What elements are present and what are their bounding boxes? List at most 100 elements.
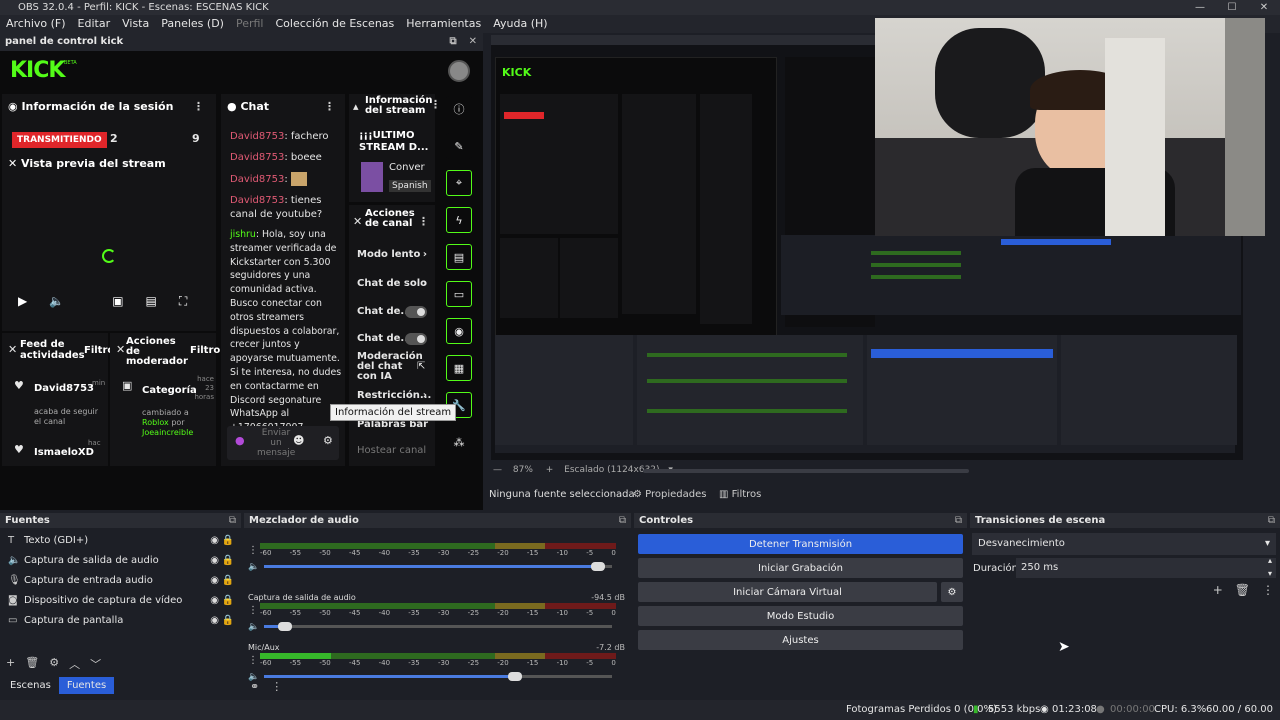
broadcast-icon[interactable]: ◉	[446, 318, 472, 344]
more-icon[interactable]: ⋮	[418, 215, 429, 228]
close-feed-icon[interactable]: ✕	[8, 343, 17, 356]
mute-icon[interactable]: 🔈	[248, 622, 259, 632]
settings-button[interactable]: Ajustes	[638, 630, 963, 650]
volume-icon[interactable]: 🔈	[49, 294, 64, 309]
fullscreen-icon[interactable]: ⛶	[179, 294, 187, 309]
volume-meter	[260, 603, 616, 609]
channel-action-item[interactable]: Modo lento ›	[357, 249, 435, 260]
menu-editar[interactable]: Editar	[78, 15, 111, 33]
close-actions-icon[interactable]: ✕	[353, 215, 362, 228]
menu-vista[interactable]: Vista	[122, 15, 149, 33]
avatar[interactable]	[448, 60, 470, 82]
menu-herramientas[interactable]: Herramientas	[406, 15, 481, 33]
link-icon[interactable]: ⚭	[250, 680, 259, 693]
tab-escenas[interactable]: Escenas	[2, 677, 59, 694]
horizontal-scrollbar[interactable]	[643, 469, 969, 473]
external-link-icon[interactable]: ⇱	[417, 361, 425, 372]
virtual-camera-button[interactable]: Iniciar Cámara Virtual	[638, 582, 937, 602]
maximize-button[interactable]: ☐	[1216, 0, 1248, 15]
source-item[interactable]: ▭ Captura de pantalla ◉ 🔒	[0, 610, 241, 630]
trash-icon[interactable]: 🗑	[25, 656, 39, 672]
gear-icon[interactable]: ⚙	[49, 656, 59, 672]
emoji-icon[interactable]: ☻	[293, 434, 304, 447]
volume-knob[interactable]	[277, 622, 292, 631]
collapse-icon[interactable]: ▴	[353, 100, 359, 113]
properties-button[interactable]: ⚙ Propiedades	[633, 484, 706, 506]
clip-icon[interactable]: ⌖	[446, 170, 472, 196]
more-icon[interactable]: ⋮	[1262, 583, 1274, 597]
theater-icon[interactable]: ▤	[146, 294, 157, 309]
channel-action-item[interactable]: Moderación del chat con IA	[357, 352, 423, 382]
source-item[interactable]: 🎙 Captura de entrada audio ◉ 🔒	[0, 570, 241, 590]
close-preview-icon[interactable]: ✕	[8, 157, 21, 170]
toggle-switch[interactable]	[405, 306, 427, 318]
lightning-icon[interactable]: ϟ	[446, 207, 472, 233]
gear-icon[interactable]: ⚙	[941, 582, 963, 602]
nested-obs-mirror	[781, 235, 1241, 315]
play-icon[interactable]: ▶	[18, 294, 27, 309]
transition-select[interactable]: Desvanecimiento ▾	[972, 533, 1276, 555]
source-item[interactable]: T Texto (GDI+) ◉ 🔒	[0, 530, 241, 550]
chevron-up-icon[interactable]: ︿	[69, 656, 80, 672]
more-icon[interactable]: ⋮	[324, 100, 335, 113]
volume-slider[interactable]	[264, 621, 612, 633]
volume-slider[interactable]	[264, 561, 612, 573]
chat-bubble-icon[interactable]: ▭	[446, 281, 472, 307]
mod-filter[interactable]: Filtro	[190, 345, 220, 356]
layout-icon[interactable]: ▦	[446, 355, 472, 381]
menu-archivo[interactable]: Archivo (F)	[6, 15, 66, 33]
start-recording-button[interactable]: Iniciar Grabación	[638, 558, 963, 578]
info-icon[interactable]: ⓘ	[446, 96, 472, 122]
close-mod-icon[interactable]: ✕	[116, 343, 125, 356]
zoom-in-icon[interactable]: +	[546, 465, 556, 475]
more-icon[interactable]: ⋮	[248, 655, 258, 666]
volume-knob[interactable]	[507, 672, 522, 681]
menu-paneles[interactable]: Paneles (D)	[161, 15, 224, 33]
meter-tick-label: -20	[497, 659, 509, 667]
menu-perfil[interactable]: Perfil	[236, 15, 264, 33]
tab-fuentes[interactable]: Fuentes	[58, 677, 115, 694]
filters-button[interactable]: ▥ Filtros	[719, 484, 761, 506]
notes-icon[interactable]: ▤	[446, 244, 472, 270]
more-icon[interactable]: ⋮	[248, 545, 258, 556]
source-item[interactable]: 🔈 Captura de salida de audio ◉ 🔒	[0, 550, 241, 570]
close-window-button[interactable]: ✕	[1248, 0, 1280, 15]
volume-knob[interactable]	[591, 562, 606, 571]
channel-action-item[interactable]: Restricción... ›	[357, 390, 435, 401]
close-dock-icon[interactable]: ✕	[469, 33, 477, 51]
connections-icon[interactable]: ⁂	[446, 429, 472, 455]
studio-mode-button[interactable]: Modo Estudio	[638, 606, 963, 626]
pip-icon[interactable]: ▣	[112, 294, 123, 309]
live-time: 01:23:08	[1052, 704, 1097, 715]
volume-slider[interactable]	[264, 671, 612, 683]
trash-icon[interactable]: 🗑	[1235, 583, 1250, 597]
stop-streaming-button[interactable]: Detener Transmisión	[638, 534, 963, 554]
float-icon[interactable]: ⧉	[449, 33, 456, 51]
mute-icon[interactable]: 🔈	[248, 562, 259, 572]
menu-ayuda[interactable]: Ayuda (H)	[493, 15, 547, 33]
duration-spinbox[interactable]: 250 ms ▴ ▾	[1016, 556, 1276, 578]
more-icon[interactable]: ⋮	[430, 98, 441, 111]
more-icon[interactable]: ⋮	[248, 605, 258, 616]
menu-coleccion[interactable]: Colección de Escenas	[276, 15, 395, 33]
more-icon[interactable]: ⋮	[271, 680, 282, 693]
gear-icon[interactable]: ⚙	[323, 434, 333, 447]
channel-action-item[interactable]: Chat de...	[357, 333, 435, 345]
fps: 60.00 / 60.00 FPS	[1206, 704, 1273, 715]
mixer-channel: Mic/Aux ⋮ -60 -55 -50 -45 -40 -35 -30 -25 -20 -15 -1…	[248, 643, 624, 693]
channel-action-item[interactable]: Chat de...	[357, 306, 435, 318]
float-icon: ⧉	[228, 515, 236, 526]
add-icon[interactable]: +	[6, 656, 15, 672]
zoom-out-icon[interactable]: —	[493, 465, 505, 475]
chat-input[interactable]: ● Enviar un mensaje ☻ ⚙	[227, 426, 339, 460]
toggle-switch[interactable]	[405, 333, 427, 345]
mic-icon[interactable]: ●	[235, 434, 245, 447]
chevron-down-icon[interactable]: ﹀	[90, 656, 101, 672]
more-icon[interactable]: ⋮	[193, 100, 204, 113]
edit-icon[interactable]: ✎	[446, 133, 472, 159]
source-item[interactable]: ◙ Dispositivo de captura de vídeo ◉ 🔒	[0, 590, 241, 610]
minimize-button[interactable]: —	[1184, 0, 1216, 15]
add-icon[interactable]: +	[1213, 583, 1223, 597]
host-channel[interactable]: Hostear canal	[357, 445, 426, 456]
channel-action-item[interactable]: Chat de solo ›	[357, 278, 435, 289]
